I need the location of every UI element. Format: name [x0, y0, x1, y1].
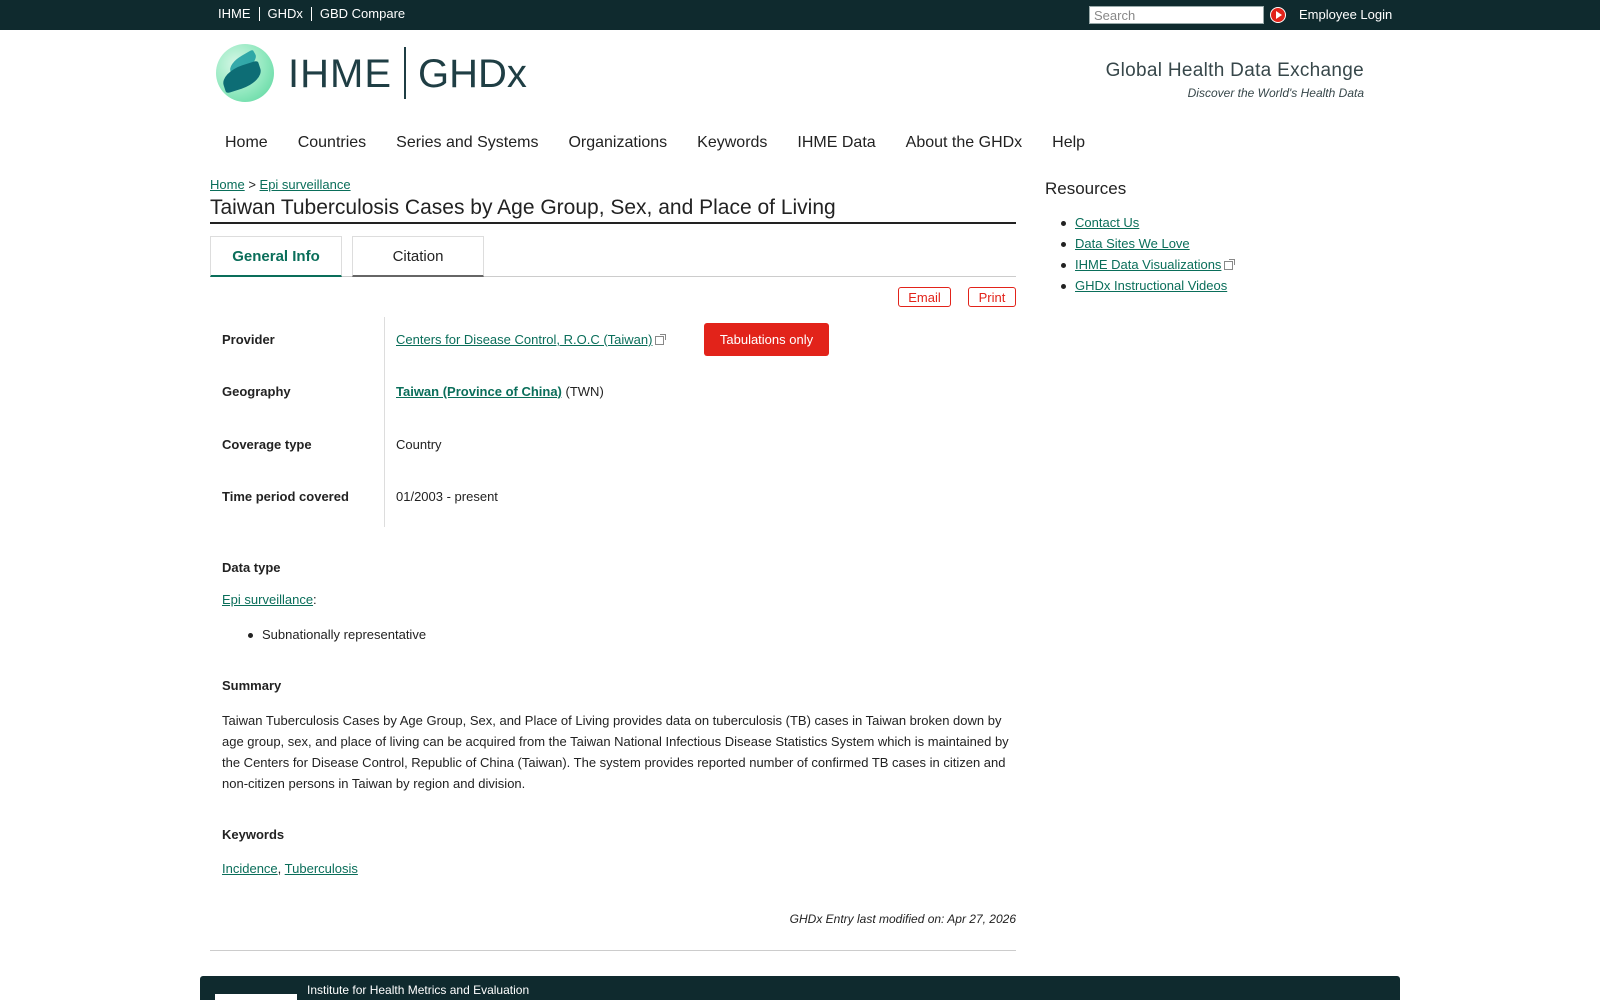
- list-item: GHDx Instructional Videos: [1060, 278, 1233, 299]
- summary-text: Taiwan Tuberculosis Cases by Age Group, …: [222, 713, 1009, 791]
- tagline-subtitle: Discover the World's Health Data: [1187, 86, 1364, 100]
- last-modified: GHDx Entry last modified on: Apr 27, 202…: [789, 912, 1016, 926]
- data-type-heading: Data type: [222, 560, 281, 575]
- brand-ihme[interactable]: IHME: [288, 52, 392, 96]
- data-type-link[interactable]: Epi surveillance: [222, 592, 313, 607]
- nav-home[interactable]: Home: [225, 134, 268, 152]
- tagline: Global Health Data Exchange Discover the…: [1106, 60, 1364, 100]
- list-item: IHME Data Visualizations: [1060, 257, 1236, 278]
- resources-list: Contact Us Data Sites We Love IHME Data …: [1060, 215, 1236, 299]
- external-link-icon: [1224, 259, 1236, 270]
- brand-ghdx[interactable]: GHDx: [418, 52, 527, 96]
- resources-heading: Resources: [1045, 179, 1127, 198]
- employee-login-link[interactable]: Employee Login: [1299, 7, 1392, 22]
- provider-link[interactable]: Centers for Disease Control, R.O.C (Taiw…: [396, 332, 652, 347]
- breadcrumb-epi-surveillance[interactable]: Epi surveillance: [260, 177, 351, 192]
- geography-link[interactable]: Taiwan (Province of China): [396, 384, 562, 399]
- keyword-incidence[interactable]: Incidence: [222, 861, 278, 876]
- data-type-colon: :: [313, 592, 317, 607]
- print-button[interactable]: Print: [968, 287, 1016, 307]
- keywords-list: Incidence, Tuberculosis: [222, 858, 358, 879]
- nav-keywords[interactable]: Keywords: [697, 134, 767, 152]
- search-go-icon[interactable]: [1270, 7, 1286, 23]
- geography-label: Geography: [222, 384, 291, 399]
- tabulations-only-badge: Tabulations only: [704, 323, 829, 356]
- provider-label: Provider: [222, 332, 275, 347]
- tab-citation[interactable]: Citation: [352, 236, 484, 277]
- info-table-divider: [384, 317, 385, 527]
- time-period-label: Time period covered: [222, 489, 349, 504]
- brand-divider: [404, 47, 406, 99]
- resource-ghdx-instructional-videos[interactable]: GHDx Instructional Videos: [1075, 278, 1227, 293]
- nav-series-and-systems[interactable]: Series and Systems: [396, 134, 538, 152]
- data-type-value: Epi surveillance:: [222, 589, 317, 610]
- footer-logo-icon: [215, 994, 297, 1000]
- nav-organizations[interactable]: Organizations: [568, 134, 667, 152]
- external-link-icon: [655, 334, 667, 345]
- data-type-bullet: Subnationally representative: [247, 627, 427, 642]
- page-title: Taiwan Tuberculosis Cases by Age Group, …: [210, 196, 1016, 224]
- coverage-type-value: Country: [396, 437, 442, 452]
- list-item: Contact Us: [1060, 215, 1233, 236]
- keyword-separator: ,: [277, 861, 282, 876]
- email-button[interactable]: Email: [898, 287, 951, 307]
- resource-ihme-data-visualizations[interactable]: IHME Data Visualizations: [1075, 257, 1221, 272]
- resource-contact-us[interactable]: Contact Us: [1075, 215, 1139, 230]
- nav-ihme-data[interactable]: IHME Data: [797, 134, 875, 152]
- list-item: Data Sites We Love: [1060, 236, 1233, 257]
- tab-bar: General Info Citation: [210, 236, 1016, 277]
- ihme-logo-icon[interactable]: [216, 44, 274, 102]
- top-link-gbd-compare[interactable]: GBD Compare: [312, 7, 413, 21]
- top-links: IHME GHDx GBD Compare: [218, 7, 413, 21]
- tagline-title: Global Health Data Exchange: [1105, 60, 1364, 81]
- top-bar: IHME GHDx GBD Compare Employee Login: [0, 0, 1600, 30]
- geography-value: Taiwan (Province of China) (TWN): [396, 384, 604, 399]
- coverage-type-label: Coverage type: [222, 437, 312, 452]
- top-link-ihme[interactable]: IHME: [218, 7, 260, 21]
- nav-help[interactable]: Help: [1052, 134, 1085, 152]
- top-link-ghdx[interactable]: GHDx: [260, 7, 312, 21]
- footer: Institute for Health Metrics and Evaluat…: [200, 976, 1400, 1000]
- breadcrumb: Home > Epi surveillance: [210, 177, 351, 192]
- breadcrumb-home[interactable]: Home: [210, 177, 245, 192]
- search-input[interactable]: [1089, 6, 1264, 24]
- keywords-heading: Keywords: [222, 827, 285, 842]
- keyword-tuberculosis[interactable]: Tuberculosis: [285, 861, 358, 876]
- summary-heading: Summary: [222, 678, 282, 693]
- nav-about-the-ghdx[interactable]: About the GHDx: [906, 134, 1023, 152]
- time-period-value: 01/2003 - present: [396, 489, 498, 504]
- geography-code: (TWN): [565, 384, 604, 399]
- tab-general-info[interactable]: General Info: [210, 236, 342, 277]
- main-nav: Home Countries Series and Systems Organi…: [225, 134, 1115, 152]
- content-bottom-rule: [210, 950, 1016, 951]
- resource-data-sites-we-love[interactable]: Data Sites We Love: [1075, 236, 1190, 251]
- footer-org-name: Institute for Health Metrics and Evaluat…: [307, 983, 530, 997]
- provider-value: Centers for Disease Control, R.O.C (Taiw…: [396, 332, 667, 347]
- breadcrumb-separator: >: [248, 177, 256, 192]
- nav-countries[interactable]: Countries: [298, 134, 366, 152]
